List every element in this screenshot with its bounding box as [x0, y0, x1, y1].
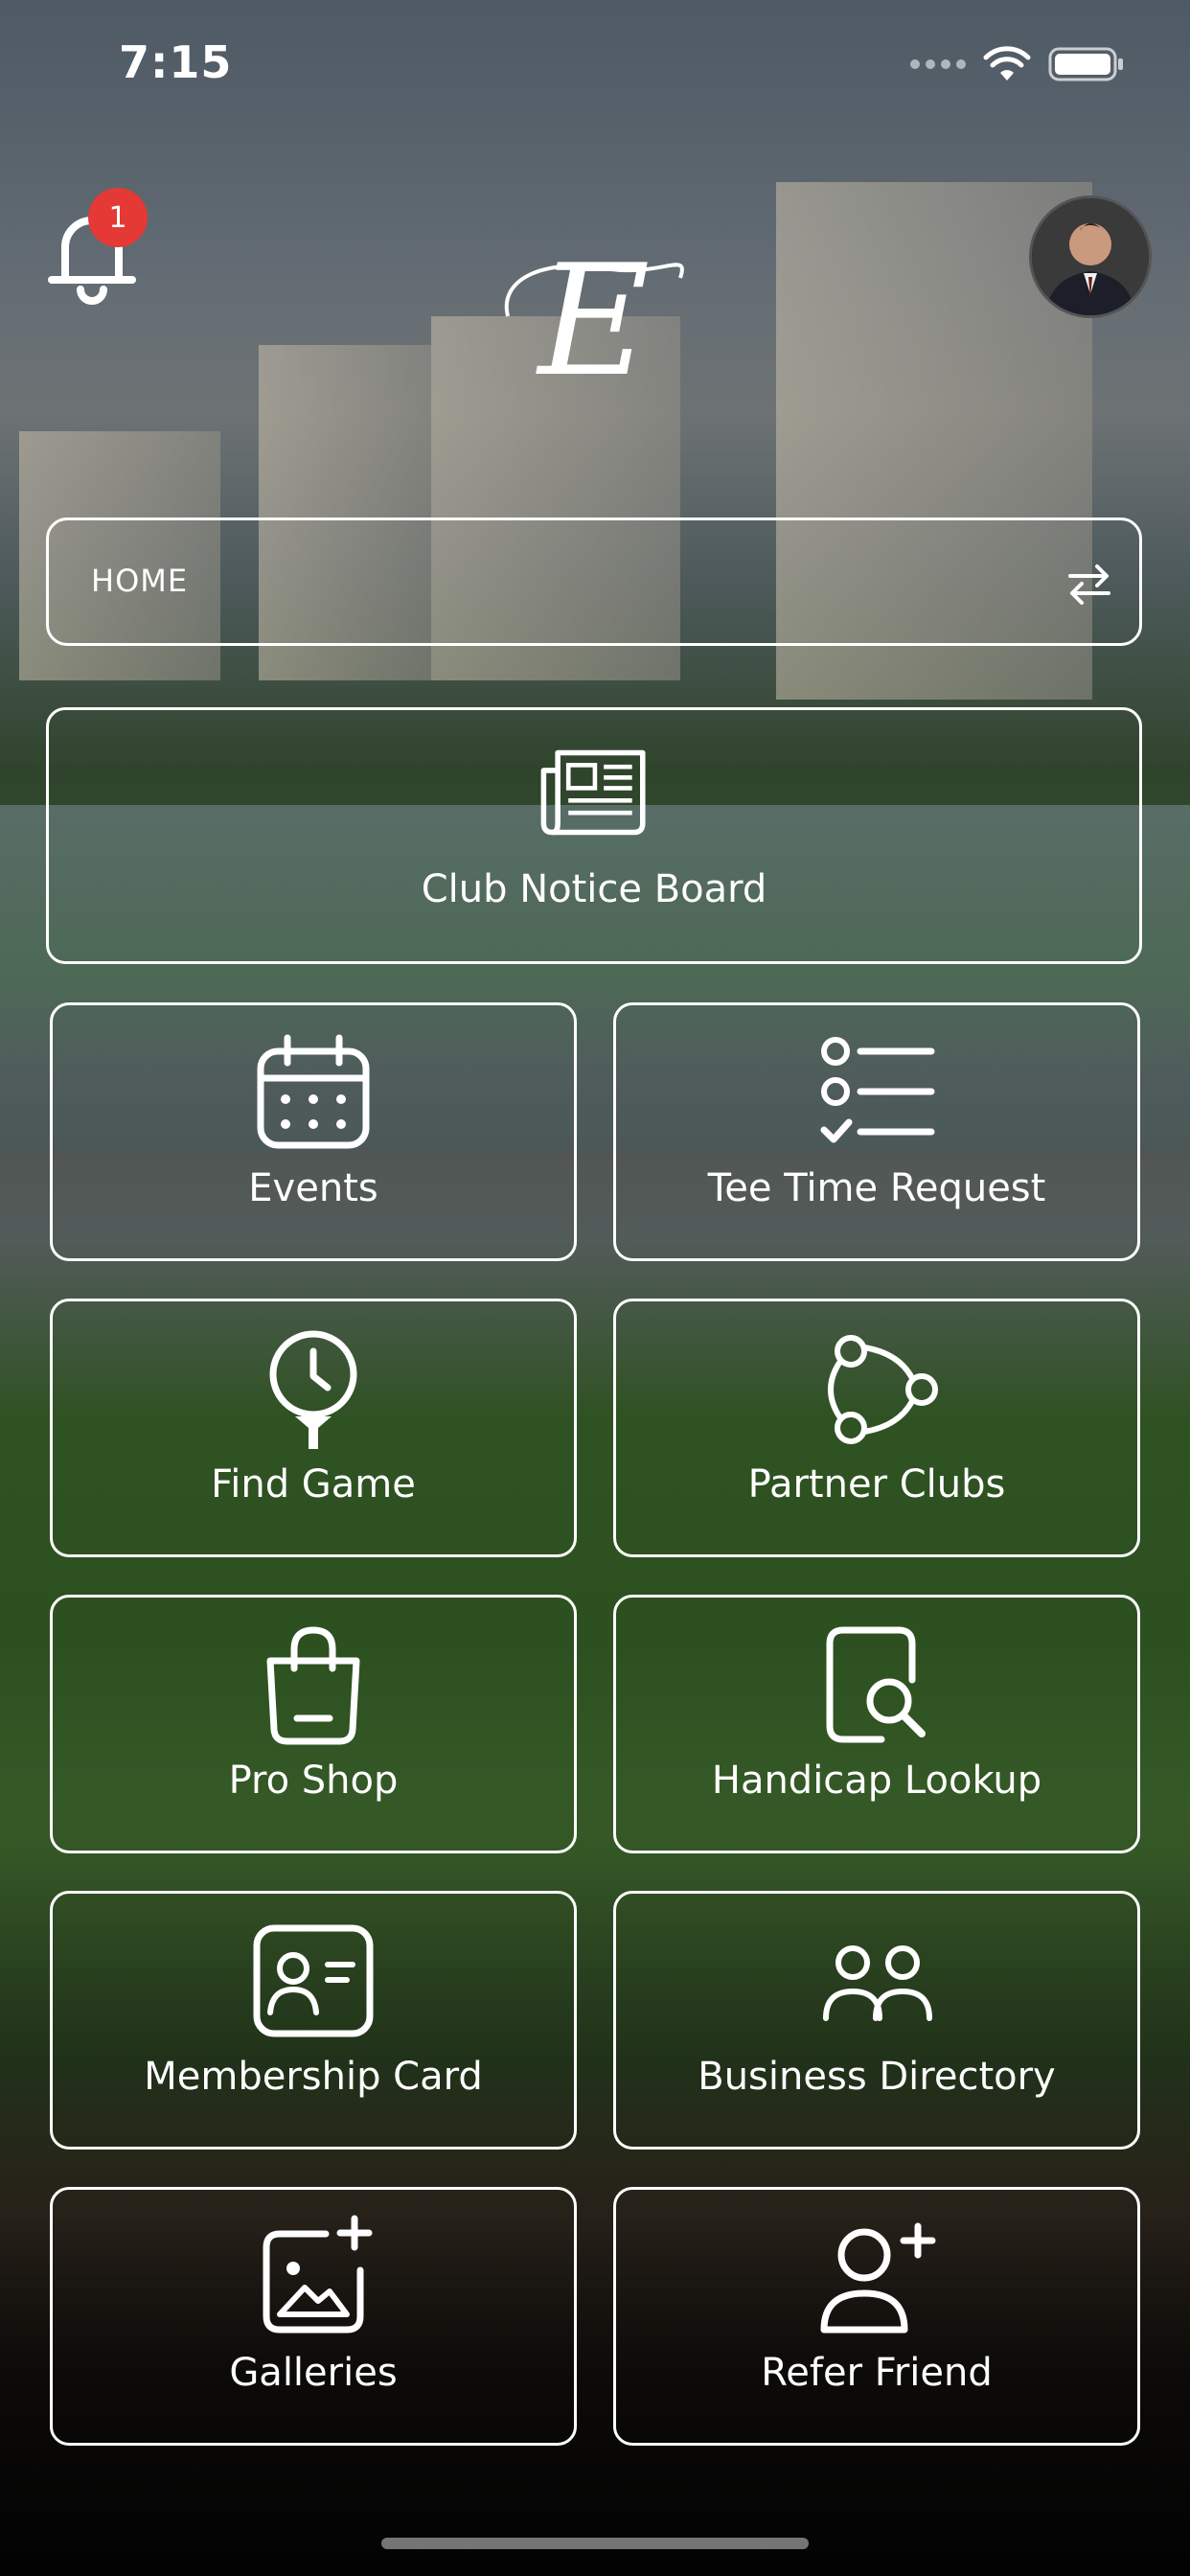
add-photo-icon — [263, 2215, 373, 2334]
tile-label: Tee Time Request — [707, 1166, 1046, 1210]
tile-label: Handicap Lookup — [711, 1759, 1042, 1803]
person-photo-icon — [1032, 198, 1149, 315]
tile-label: Events — [248, 1166, 378, 1210]
tile-business-directory[interactable]: Business Directory — [613, 1891, 1140, 2150]
document-search-icon — [826, 1626, 926, 1743]
tile-partner-clubs[interactable]: Partner Clubs — [613, 1299, 1140, 1557]
tile-find-game[interactable]: Find Game — [50, 1299, 577, 1557]
shopping-bag-icon — [266, 1626, 360, 1745]
status-icons — [910, 46, 1125, 82]
home-indicator[interactable] — [381, 2538, 809, 2549]
people-icon — [823, 1945, 932, 2021]
calendar-icon — [257, 1034, 370, 1149]
battery-icon — [1048, 47, 1123, 81]
tile-label: Refer Friend — [761, 2351, 993, 2395]
section-selector[interactable]: HOME — [46, 518, 1142, 646]
tile-label: Membership Card — [144, 2055, 483, 2099]
tile-membership-card[interactable]: Membership Card — [50, 1891, 577, 2150]
notification-count-badge: 1 — [88, 188, 148, 247]
home-screen: 7:15 1 E HOME Club Notice Board Events T… — [0, 0, 1190, 2576]
newspaper-icon — [540, 749, 646, 836]
tile-events[interactable]: Events — [50, 1002, 577, 1261]
cellular-signal-icon — [910, 59, 966, 69]
golf-tee-clock-icon — [269, 1330, 357, 1449]
swap-arrows-icon[interactable] — [1064, 559, 1114, 609]
tile-label: Club Notice Board — [421, 867, 767, 911]
svg-text:E: E — [536, 240, 651, 402]
section-selector-label: HOME — [91, 563, 189, 599]
profile-avatar[interactable] — [1029, 196, 1152, 318]
id-card-icon — [253, 1924, 374, 2037]
add-user-icon — [820, 2222, 936, 2334]
tile-label: Partner Clubs — [747, 1462, 1006, 1506]
tile-label: Find Game — [211, 1462, 416, 1506]
tile-handicap-lookup[interactable]: Handicap Lookup — [613, 1595, 1140, 1853]
tile-pro-shop[interactable]: Pro Shop — [50, 1595, 577, 1853]
tile-label: Pro Shop — [228, 1759, 399, 1803]
status-time: 7:15 — [119, 36, 233, 88]
checklist-icon — [820, 1037, 935, 1143]
tile-tee-time-request[interactable]: Tee Time Request — [613, 1002, 1140, 1261]
tile-galleries[interactable]: Galleries — [50, 2187, 577, 2446]
tile-label: Galleries — [229, 2351, 398, 2395]
tile-label: Business Directory — [698, 2055, 1056, 2099]
wifi-icon — [983, 46, 1031, 80]
tile-refer-friend[interactable]: Refer Friend — [613, 2187, 1140, 2446]
status-bar: 7:15 — [0, 0, 1190, 134]
tile-club-notice-board[interactable]: Club Notice Board — [46, 707, 1142, 964]
club-logo: E — [504, 240, 684, 402]
network-nodes-icon — [828, 1335, 938, 1444]
